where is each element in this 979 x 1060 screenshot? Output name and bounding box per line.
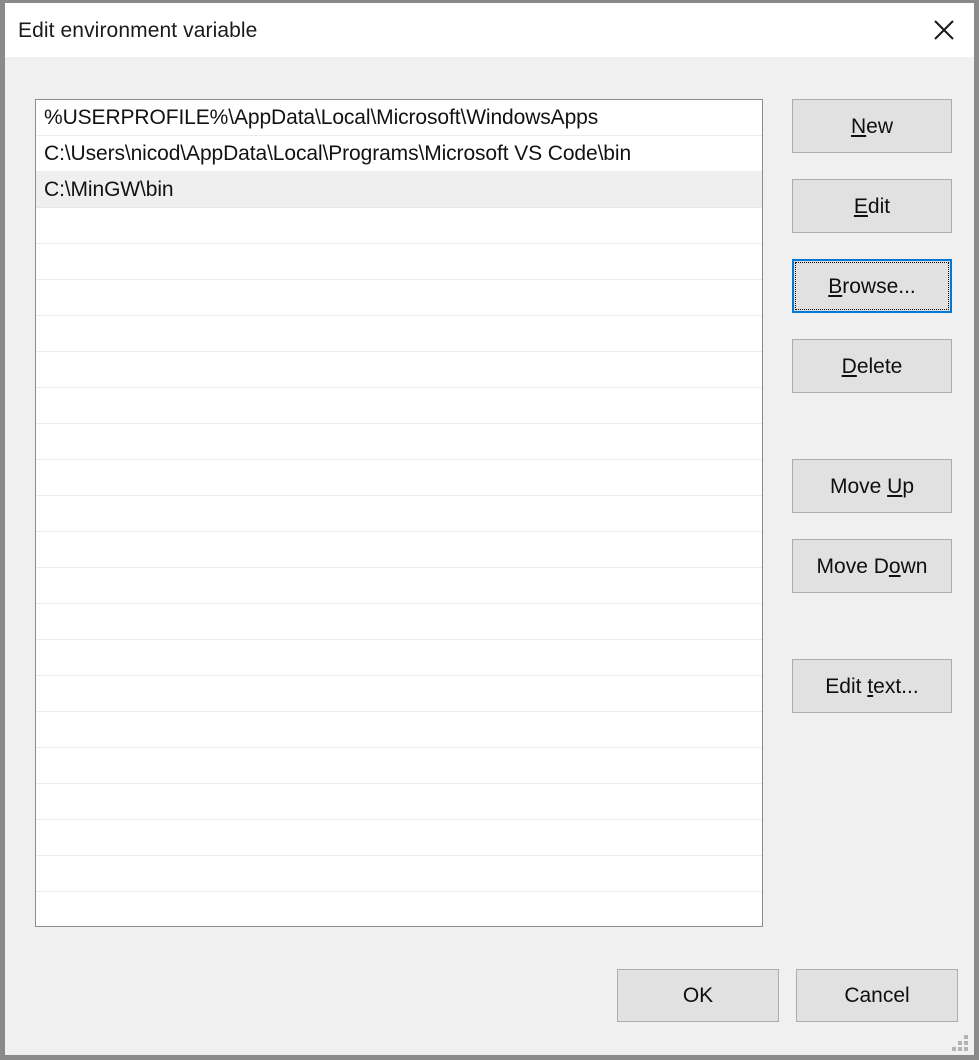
dialog-title: Edit environment variable bbox=[18, 18, 258, 42]
button-spacer bbox=[792, 313, 952, 339]
edit-button[interactable]: Edit bbox=[792, 179, 952, 233]
side-button-group: New Edit Browse... Delete Move Up Move Down Ed… bbox=[792, 99, 952, 713]
edit-text-button-label-prefix: Edit bbox=[825, 674, 868, 698]
path-list-row-text: %USERPROFILE%\AppData\Local\Microsoft\Wi… bbox=[44, 106, 599, 129]
browse-button-mnemonic: B bbox=[828, 274, 843, 298]
delete-button-mnemonic: D bbox=[841, 354, 857, 378]
path-list-row[interactable]: C:\MinGW\bin bbox=[36, 172, 762, 208]
path-list-empty-row[interactable] bbox=[36, 496, 762, 532]
path-list-empty-row[interactable] bbox=[36, 892, 762, 926]
path-list-empty-row[interactable] bbox=[36, 820, 762, 856]
browse-button[interactable]: Browse... bbox=[792, 259, 952, 313]
edit-text-button-label-suffix: ext... bbox=[873, 674, 919, 698]
delete-button-label: Delete bbox=[842, 356, 903, 377]
path-list-empty-row[interactable] bbox=[36, 208, 762, 244]
path-list-empty-row[interactable] bbox=[36, 388, 762, 424]
button-spacer bbox=[792, 593, 952, 659]
close-button[interactable] bbox=[914, 3, 974, 57]
path-list-empty-row[interactable] bbox=[36, 640, 762, 676]
move-up-button-label: Move Up bbox=[830, 476, 914, 497]
delete-button[interactable]: Delete bbox=[792, 339, 952, 393]
edit-button-label-suffix: dit bbox=[867, 194, 891, 218]
delete-button-label-suffix: elete bbox=[856, 354, 903, 378]
path-list[interactable]: %USERPROFILE%\AppData\Local\Microsoft\Wi… bbox=[35, 99, 763, 927]
path-list-row[interactable]: C:\Users\nicod\AppData\Local\Programs\Mi… bbox=[36, 136, 762, 172]
move-down-button-mnemonic: o bbox=[888, 554, 901, 578]
new-button[interactable]: New bbox=[792, 99, 952, 153]
close-icon bbox=[933, 19, 955, 41]
path-list-empty-row[interactable] bbox=[36, 676, 762, 712]
edit-text-button-label: Edit text... bbox=[825, 676, 918, 697]
path-list-empty-row[interactable] bbox=[36, 784, 762, 820]
path-list-row-text: C:\Users\nicod\AppData\Local\Programs\Mi… bbox=[44, 142, 632, 165]
path-list-empty-row[interactable] bbox=[36, 748, 762, 784]
path-list-empty-row[interactable] bbox=[36, 424, 762, 460]
dialog-body: %USERPROFILE%\AppData\Local\Microsoft\Wi… bbox=[5, 57, 974, 1055]
resize-grip-icon[interactable] bbox=[952, 1035, 968, 1051]
dialog-action-buttons: OK Cancel bbox=[617, 969, 958, 1022]
move-up-button-mnemonic: U bbox=[887, 474, 903, 498]
button-spacer bbox=[792, 153, 952, 179]
edit-text-button[interactable]: Edit text... bbox=[792, 659, 952, 713]
path-list-empty-row[interactable] bbox=[36, 856, 762, 892]
browse-button-label: Browse... bbox=[828, 276, 916, 297]
move-down-button[interactable]: Move Down bbox=[792, 539, 952, 593]
edit-environment-variable-dialog: Edit environment variable %USERPROFILE%\… bbox=[0, 0, 979, 1060]
edit-button-mnemonic: E bbox=[853, 194, 868, 218]
move-down-button-label-suffix: wn bbox=[900, 554, 928, 578]
path-list-row[interactable]: %USERPROFILE%\AppData\Local\Microsoft\Wi… bbox=[36, 100, 762, 136]
title-bar: Edit environment variable bbox=[5, 3, 974, 57]
path-list-empty-row[interactable] bbox=[36, 280, 762, 316]
path-list-empty-row[interactable] bbox=[36, 460, 762, 496]
path-list-empty-row[interactable] bbox=[36, 604, 762, 640]
button-spacer bbox=[792, 233, 952, 259]
new-button-label: New bbox=[851, 116, 893, 137]
path-list-empty-row[interactable] bbox=[36, 352, 762, 388]
browse-button-label-suffix: rowse... bbox=[842, 274, 916, 298]
ok-button[interactable]: OK bbox=[617, 969, 779, 1022]
path-list-empty-row[interactable] bbox=[36, 532, 762, 568]
edit-button-label: Edit bbox=[854, 196, 890, 217]
move-up-button-label-prefix: Move bbox=[829, 474, 888, 498]
button-spacer bbox=[792, 393, 952, 459]
move-up-button[interactable]: Move Up bbox=[792, 459, 952, 513]
path-list-empty-row[interactable] bbox=[36, 316, 762, 352]
move-down-button-label: Move Down bbox=[817, 556, 928, 577]
path-list-empty-row[interactable] bbox=[36, 712, 762, 748]
path-list-row-text: C:\MinGW\bin bbox=[44, 178, 174, 201]
button-spacer bbox=[792, 513, 952, 539]
new-button-label-suffix: ew bbox=[866, 114, 894, 138]
path-list-empty-row[interactable] bbox=[36, 568, 762, 604]
cancel-button[interactable]: Cancel bbox=[796, 969, 958, 1022]
path-list-empty-row[interactable] bbox=[36, 244, 762, 280]
new-button-mnemonic: N bbox=[850, 114, 867, 138]
move-down-button-label-prefix: Move D bbox=[816, 554, 889, 578]
move-up-button-label-suffix: p bbox=[902, 474, 915, 498]
